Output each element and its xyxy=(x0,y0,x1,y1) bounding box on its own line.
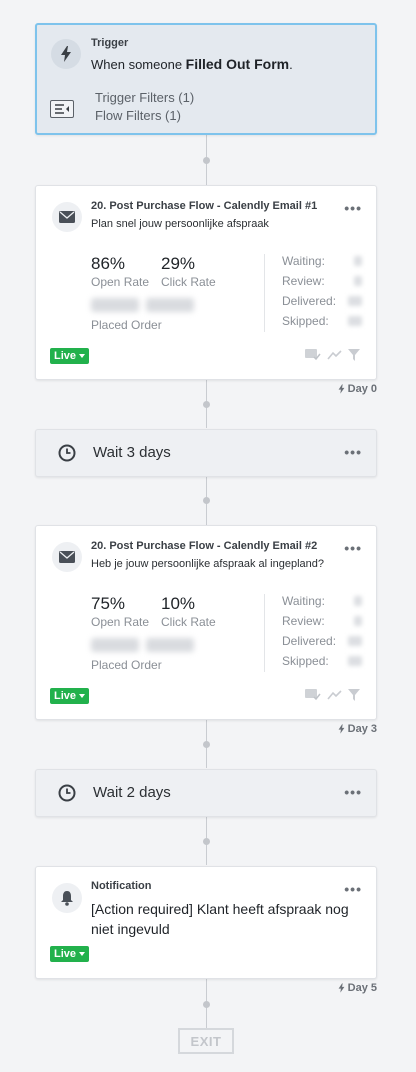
connector-dot xyxy=(203,157,210,164)
wait-label: Wait 2 days xyxy=(93,784,171,801)
placed-order-label: Placed Order xyxy=(91,658,162,672)
day-label-text: Day 5 xyxy=(347,982,377,994)
skipped-value-blur xyxy=(348,656,362,666)
flow-filters-link[interactable]: Flow Filters (1) xyxy=(95,108,181,123)
click-rate-value: 10% xyxy=(161,594,196,613)
live-status-label: Live xyxy=(54,350,77,362)
live-status-dropdown[interactable]: Live xyxy=(50,348,90,364)
skipped-value-blur xyxy=(348,316,362,326)
review-value-blur xyxy=(354,616,362,626)
exit-node: EXIT xyxy=(178,1028,234,1054)
connector-dot xyxy=(203,1001,210,1008)
email-card-1[interactable]: 20. Post Purchase Flow - Calendly Email … xyxy=(35,185,377,380)
stats-divider xyxy=(264,254,265,332)
lightning-icon xyxy=(338,983,345,993)
review-label: Review: xyxy=(282,274,325,288)
footer-icons xyxy=(305,348,360,361)
waiting-value-blur xyxy=(354,596,362,606)
more-options-button[interactable]: ••• xyxy=(344,784,362,800)
placed-order-blur xyxy=(91,298,139,312)
connector-dot xyxy=(203,401,210,408)
open-rate-label: Open Rate xyxy=(91,615,150,629)
lightning-icon xyxy=(338,384,345,394)
live-status-label: Live xyxy=(54,690,77,702)
placed-order-label: Placed Order xyxy=(91,318,162,332)
email-icon xyxy=(52,202,82,232)
waiting-label: Waiting: xyxy=(282,254,325,268)
split-arrow-icon[interactable] xyxy=(327,689,342,701)
more-options-button[interactable]: ••• xyxy=(344,200,362,216)
trigger-card[interactable]: Trigger When someone Filled Out Form. Tr… xyxy=(35,23,377,135)
wait-label: Wait 3 days xyxy=(93,444,171,461)
connector-dot xyxy=(203,838,210,845)
more-options-button[interactable]: ••• xyxy=(344,881,362,897)
review-value-blur xyxy=(354,276,362,286)
click-rate-value: 29% xyxy=(161,254,196,273)
clock-icon xyxy=(58,784,76,807)
filter-icon xyxy=(50,100,74,118)
skipped-label: Skipped: xyxy=(282,314,329,328)
split-arrow-icon[interactable] xyxy=(327,349,342,361)
filter-funnel-icon[interactable] xyxy=(348,688,360,701)
notification-text: [Action required] Klant heeft afspraak n… xyxy=(91,901,349,937)
day-label-text: Day 3 xyxy=(347,723,377,735)
lightning-icon xyxy=(338,724,345,734)
delivered-value-blur xyxy=(348,296,362,306)
day-label: Day 3 xyxy=(338,723,377,735)
caret-down-icon xyxy=(79,952,86,956)
open-rate-value: 75% xyxy=(91,594,126,613)
live-status-label: Live xyxy=(54,948,77,960)
open-rate-label: Open Rate xyxy=(91,275,150,289)
lightning-icon xyxy=(51,39,81,69)
click-rate-label: Click Rate xyxy=(161,615,216,629)
delivered-value-blur xyxy=(348,636,362,646)
email-subject: Heb je jouw persoonlijke afspraak al ing… xyxy=(91,558,324,570)
click-rate-label: Click Rate xyxy=(161,275,216,289)
email-icon xyxy=(52,542,82,572)
trigger-text-suffix: . xyxy=(289,57,293,72)
placed-order-blur xyxy=(146,298,194,312)
delivered-label: Delivered: xyxy=(282,294,337,308)
open-rate-value: 86% xyxy=(91,254,126,273)
waiting-value-blur xyxy=(354,256,362,266)
caret-down-icon xyxy=(79,694,86,698)
live-status-dropdown[interactable]: Live xyxy=(50,946,90,962)
stats-divider xyxy=(264,594,265,672)
day-label: Day 0 xyxy=(338,383,377,395)
trigger-filters-link[interactable]: Trigger Filters (1) xyxy=(95,90,194,105)
email-check-icon[interactable] xyxy=(305,348,321,361)
placed-order-blur xyxy=(146,638,194,652)
notification-label: Notification xyxy=(91,880,152,892)
live-status-dropdown[interactable]: Live xyxy=(50,688,90,704)
waiting-label: Waiting: xyxy=(282,594,325,608)
email-check-icon[interactable] xyxy=(305,688,321,701)
wait-card-1[interactable]: Wait 3 days ••• xyxy=(35,429,377,477)
connector-dot xyxy=(203,497,210,504)
trigger-text-bold: Filled Out Form xyxy=(185,56,290,72)
clock-icon xyxy=(58,444,76,467)
notification-card[interactable]: Notification ••• [Action required] Klant… xyxy=(35,866,377,979)
trigger-text: When someone Filled Out Form. xyxy=(91,56,293,72)
filter-funnel-icon[interactable] xyxy=(348,348,360,361)
caret-down-icon xyxy=(79,354,86,358)
review-label: Review: xyxy=(282,614,325,628)
more-options-button[interactable]: ••• xyxy=(344,540,362,556)
email-title: 20. Post Purchase Flow - Calendly Email … xyxy=(91,540,318,552)
more-options-button[interactable]: ••• xyxy=(344,444,362,460)
email-card-2[interactable]: 20. Post Purchase Flow - Calendly Email … xyxy=(35,525,377,720)
email-subject: Plan snel jouw persoonlijke afspraak xyxy=(91,218,269,230)
trigger-text-prefix: When someone xyxy=(91,57,186,72)
email-title: 20. Post Purchase Flow - Calendly Email … xyxy=(91,200,318,212)
connector-dot xyxy=(203,741,210,748)
wait-card-2[interactable]: Wait 2 days ••• xyxy=(35,769,377,817)
day-label: Day 5 xyxy=(338,982,377,994)
footer-icons xyxy=(305,688,360,701)
trigger-label: Trigger xyxy=(91,37,129,49)
placed-order-blur xyxy=(91,638,139,652)
delivered-label: Delivered: xyxy=(282,634,337,648)
day-label-text: Day 0 xyxy=(347,383,377,395)
bell-icon xyxy=(52,883,82,913)
skipped-label: Skipped: xyxy=(282,654,329,668)
